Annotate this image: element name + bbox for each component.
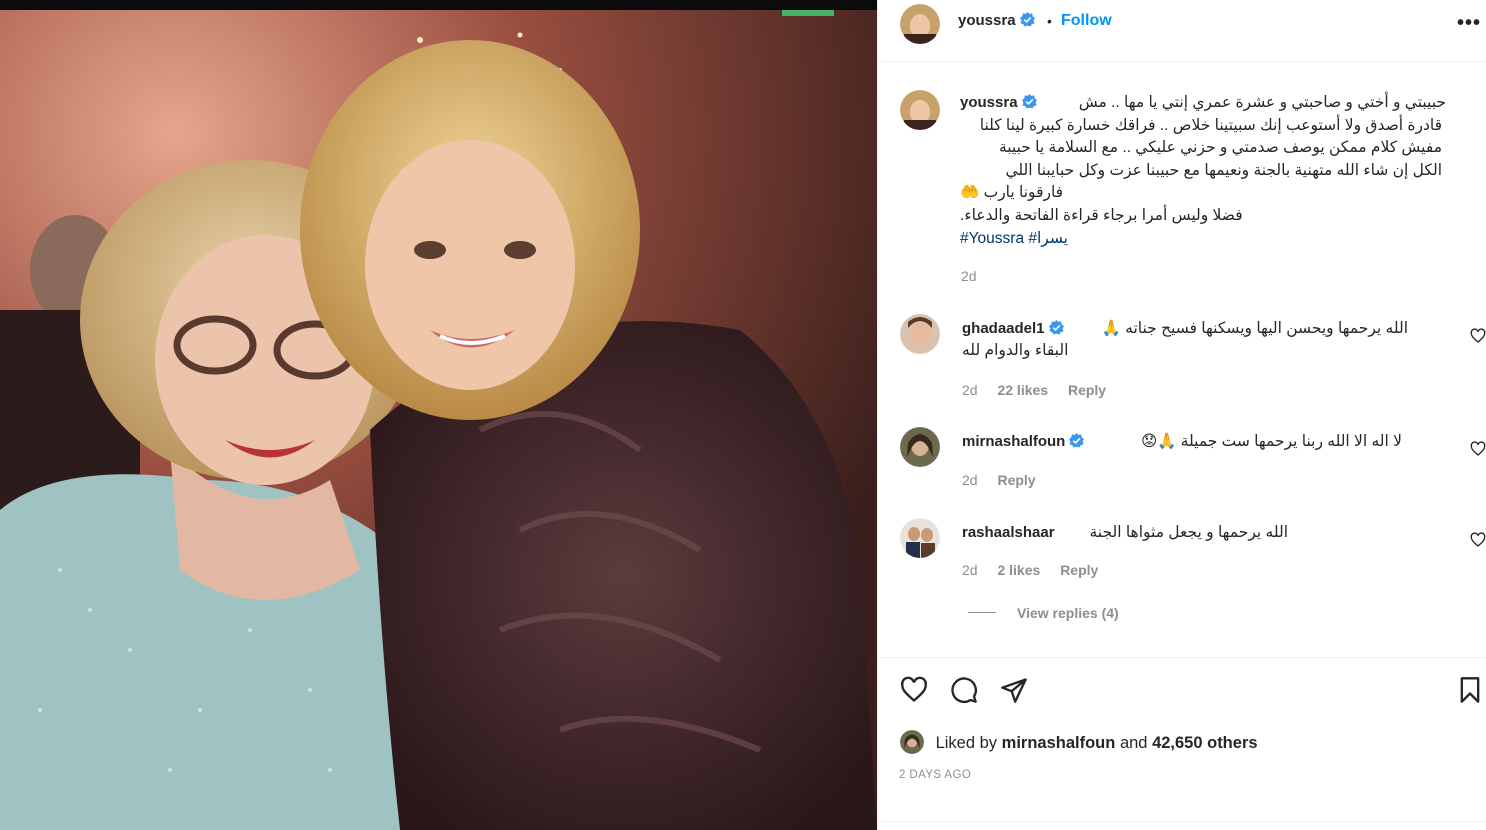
comment-text: لا اله الا الله ربنا يرحمها ست جميلة 🙏😟 <box>1140 433 1402 450</box>
comment-username[interactable]: ghadaadel1 <box>962 320 1064 337</box>
commenter-avatar[interactable] <box>900 314 940 354</box>
post-actions: Liked by mirnashalfoun and 42,650 others… <box>878 657 1486 830</box>
liked-by-others[interactable]: 42,650 others <box>1152 734 1257 752</box>
comment-text: الله يرحمها ويحسن اليها ويسكنها فسيح جنا… <box>1101 320 1408 337</box>
caption-meta: 2d <box>961 268 993 284</box>
view-replies-button[interactable]: View replies (4) <box>1017 605 1119 621</box>
liked-by-user[interactable]: mirnashalfoun <box>1002 734 1116 752</box>
comment-body: mirnashalfoun لا اله الا الله ربنا يرحمه… <box>962 431 1412 453</box>
liked-by: Liked by mirnashalfoun and 42,650 others <box>900 730 1258 754</box>
comment-text: الله يرحمها و يجعل مثواها الجنة <box>1089 524 1288 541</box>
post-side-panel: youssra • Follow ••• youssra حبيبتي و أخ… <box>877 0 1486 830</box>
heart-icon[interactable] <box>900 676 928 704</box>
follow-button[interactable]: Follow <box>1061 12 1112 30</box>
liked-by-prefix: Liked by <box>935 734 998 752</box>
caption-avatar[interactable] <box>900 90 940 130</box>
comment-meta: 2d Reply <box>962 472 1052 488</box>
caption-line: youssra حبيبتي و أختي و صاحبتي و عشرة عم… <box>960 92 1460 115</box>
caption-username[interactable]: youssra <box>960 94 1037 111</box>
caption-line-3: مفيش كلام ممكن يوصف صدمتي و حزني عليكي .… <box>998 139 1442 157</box>
photo-top-bar <box>0 0 877 10</box>
verified-badge-icon <box>1048 320 1064 335</box>
caption-line-2: قادرة أصدق ولا أستوعب إنك سبيتينا خلاص .… <box>979 116 1442 134</box>
verified-badge-icon <box>1021 94 1037 109</box>
reply-button[interactable]: Reply <box>997 472 1035 488</box>
comment-like-heart-icon[interactable] <box>1470 441 1486 457</box>
reply-button[interactable]: Reply <box>1060 562 1098 578</box>
post-timestamp[interactable]: 2 DAYS AGO <box>899 769 971 781</box>
comment-time[interactable]: 2d <box>962 562 978 578</box>
comment-body: ghadaadel1 الله يرحمها ويحسن اليها ويسكن… <box>962 318 1412 363</box>
author-username[interactable]: youssra <box>958 12 1035 29</box>
post-header: youssra • Follow ••• <box>878 0 1486 62</box>
verified-badge-icon <box>1019 12 1035 27</box>
comment-meta: 2d 22 likes Reply <box>962 382 1122 398</box>
commenter-avatar[interactable] <box>900 518 940 558</box>
separator-dot: • <box>1047 13 1052 29</box>
author-avatar[interactable] <box>900 4 940 44</box>
caption-line-5: فارقونا يارب 🤲 <box>960 184 1064 202</box>
comment-username[interactable]: mirnashalfoun <box>962 433 1085 450</box>
commenter-avatar[interactable] <box>900 427 940 467</box>
comment-username[interactable]: rashaalshaar <box>962 524 1055 541</box>
more-options-icon[interactable]: ••• <box>1457 12 1481 35</box>
comment-likes[interactable]: 22 likes <box>997 382 1048 398</box>
comment-body: rashaalshaar الله يرحمها و يجعل مثواها ا… <box>962 522 1412 544</box>
comment-time[interactable]: 2d <box>962 472 978 488</box>
caption-line-1: حبيبتي و أختي و صاحبتي و عشرة عمري إنتي … <box>1078 94 1446 111</box>
comment-time[interactable]: 2d <box>962 382 978 398</box>
comment-like-heart-icon[interactable] <box>1470 328 1486 344</box>
comment-icon[interactable] <box>950 676 978 704</box>
reply-button[interactable]: Reply <box>1068 382 1106 398</box>
caption-time[interactable]: 2d <box>961 268 977 284</box>
comment-likes[interactable]: 2 likes <box>997 562 1040 578</box>
caption-hashtags[interactable]: #Youssra #يسرا <box>960 228 1460 251</box>
add-comment-bar[interactable] <box>878 821 1486 830</box>
comment-text-line-2: البقاء والدوام لله <box>962 342 1069 359</box>
post-image <box>0 10 877 830</box>
caption-line-6: .فضلا وليس أمرا برجاء قراءة الفاتحة والد… <box>960 206 1243 224</box>
liked-by-avatar[interactable] <box>900 730 924 754</box>
caption-text: youssra حبيبتي و أختي و صاحبتي و عشرة عم… <box>960 92 1460 250</box>
caption-line-4: الكل إن شاء الله متهنية بالجنة ونعيمها م… <box>1005 161 1443 179</box>
comments-scroll-area[interactable]: youssra حبيبتي و أختي و صاحبتي و عشرة عم… <box>878 62 1486 658</box>
verified-badge-icon <box>1069 433 1085 448</box>
replies-divider <box>968 612 996 613</box>
comment-like-heart-icon[interactable] <box>1470 532 1486 548</box>
paper-plane-icon[interactable] <box>1000 676 1028 704</box>
liked-by-and: and <box>1119 734 1148 752</box>
bookmark-icon[interactable] <box>1456 676 1484 704</box>
post-photo[interactable] <box>0 0 877 830</box>
comment-meta: 2d 2 likes Reply <box>962 562 1114 578</box>
